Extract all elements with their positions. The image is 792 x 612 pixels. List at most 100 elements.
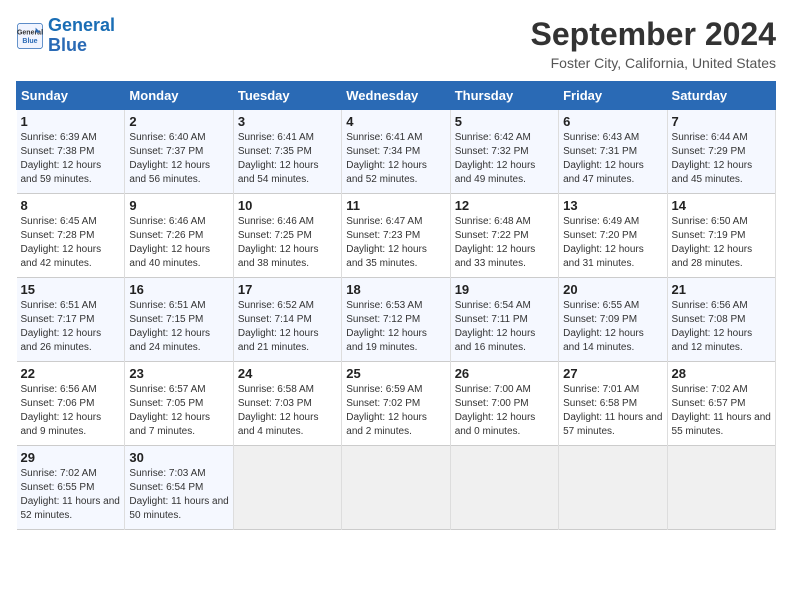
day-detail: Sunrise: 6:42 AM Sunset: 7:32 PM Dayligh… <box>455 131 554 187</box>
day-detail: Sunrise: 7:03 AM Sunset: 6:54 PM Dayligh… <box>129 467 228 523</box>
logo-text: GeneralBlue <box>48 16 115 56</box>
header-row: SundayMondayTuesdayWednesdayThursdayFrid… <box>17 82 776 110</box>
calendar-cell: 14 Sunrise: 6:50 AM Sunset: 7:19 PM Dayli… <box>667 194 775 278</box>
calendar-cell <box>667 446 775 530</box>
week-row-4: 22 Sunrise: 6:56 AM Sunset: 7:06 PM Dayli… <box>17 362 776 446</box>
day-detail: Sunrise: 6:45 AM Sunset: 7:28 PM Dayligh… <box>21 215 121 271</box>
day-number: 26 <box>455 366 554 381</box>
logo: General Blue GeneralBlue <box>16 16 115 56</box>
header: General Blue GeneralBlue September 2024 … <box>16 16 776 71</box>
day-number: 10 <box>238 198 337 213</box>
day-number: 29 <box>21 450 121 465</box>
calendar-cell: 1 Sunrise: 6:39 AM Sunset: 7:38 PM Daylig… <box>17 110 125 194</box>
day-detail: Sunrise: 6:56 AM Sunset: 7:08 PM Dayligh… <box>672 299 771 355</box>
calendar-cell <box>450 446 558 530</box>
day-detail: Sunrise: 7:02 AM Sunset: 6:55 PM Dayligh… <box>21 467 121 523</box>
calendar-cell: 7Sunrise: 6:44 AM Sunset: 7:29 PM Daylig… <box>667 110 775 194</box>
day-detail: Sunrise: 6:48 AM Sunset: 7:22 PM Dayligh… <box>455 215 554 271</box>
day-detail: Sunrise: 6:46 AM Sunset: 7:25 PM Dayligh… <box>238 215 337 271</box>
svg-text:General: General <box>17 29 43 36</box>
day-detail: Sunrise: 6:47 AM Sunset: 7:23 PM Dayligh… <box>346 215 445 271</box>
calendar-cell: 26 Sunrise: 7:00 AM Sunset: 7:00 PM Dayli… <box>450 362 558 446</box>
day-detail: Sunrise: 6:55 AM Sunset: 7:09 PM Dayligh… <box>563 299 662 355</box>
day-number: 14 <box>672 198 771 213</box>
day-detail: Sunrise: 6:52 AM Sunset: 7:14 PM Dayligh… <box>238 299 337 355</box>
day-number: 20 <box>563 282 662 297</box>
day-detail: Sunrise: 6:49 AM Sunset: 7:20 PM Dayligh… <box>563 215 662 271</box>
calendar-cell <box>559 446 667 530</box>
day-number: 2 <box>129 114 228 129</box>
day-number: 1 <box>21 114 121 129</box>
location: Foster City, California, United States <box>531 55 776 71</box>
calendar-cell: 6Sunrise: 6:43 AM Sunset: 7:31 PM Daylig… <box>559 110 667 194</box>
calendar-cell <box>342 446 450 530</box>
day-detail: Sunrise: 7:00 AM Sunset: 7:00 PM Dayligh… <box>455 383 554 439</box>
day-number: 4 <box>346 114 445 129</box>
calendar-cell: 21 Sunrise: 6:56 AM Sunset: 7:08 PM Dayli… <box>667 278 775 362</box>
month-title: September 2024 <box>531 16 776 53</box>
day-number: 3 <box>238 114 337 129</box>
title-area: September 2024 Foster City, California, … <box>531 16 776 71</box>
day-header-friday: Friday <box>559 82 667 110</box>
day-detail: Sunrise: 6:59 AM Sunset: 7:02 PM Dayligh… <box>346 383 445 439</box>
calendar-cell: 22 Sunrise: 6:56 AM Sunset: 7:06 PM Dayli… <box>17 362 125 446</box>
day-number: 15 <box>21 282 121 297</box>
day-detail: Sunrise: 6:57 AM Sunset: 7:05 PM Dayligh… <box>129 383 228 439</box>
calendar-cell: 27Sunrise: 7:01 AM Sunset: 6:58 PM Dayli… <box>559 362 667 446</box>
day-header-thursday: Thursday <box>450 82 558 110</box>
calendar-cell: 18 Sunrise: 6:53 AM Sunset: 7:12 PM Dayli… <box>342 278 450 362</box>
day-header-sunday: Sunday <box>17 82 125 110</box>
day-number: 18 <box>346 282 445 297</box>
svg-text:Blue: Blue <box>22 38 37 45</box>
day-number: 12 <box>455 198 554 213</box>
week-row-2: 8Sunrise: 6:45 AM Sunset: 7:28 PM Daylig… <box>17 194 776 278</box>
week-row-3: 15 Sunrise: 6:51 AM Sunset: 7:17 PM Dayli… <box>17 278 776 362</box>
calendar-cell: 2Sunrise: 6:40 AM Sunset: 7:37 PM Daylig… <box>125 110 233 194</box>
day-header-saturday: Saturday <box>667 82 775 110</box>
day-detail: Sunrise: 7:02 AM Sunset: 6:57 PM Dayligh… <box>672 383 771 439</box>
calendar-cell: 11Sunrise: 6:47 AM Sunset: 7:23 PM Dayli… <box>342 194 450 278</box>
day-number: 28 <box>672 366 771 381</box>
calendar-cell: 24Sunrise: 6:58 AM Sunset: 7:03 PM Dayli… <box>233 362 341 446</box>
day-number: 19 <box>455 282 554 297</box>
calendar-cell: 9Sunrise: 6:46 AM Sunset: 7:26 PM Daylig… <box>125 194 233 278</box>
day-number: 5 <box>455 114 554 129</box>
calendar-cell: 19 Sunrise: 6:54 AM Sunset: 7:11 PM Dayli… <box>450 278 558 362</box>
day-detail: Sunrise: 7:01 AM Sunset: 6:58 PM Dayligh… <box>563 383 662 439</box>
day-number: 23 <box>129 366 228 381</box>
day-number: 30 <box>129 450 228 465</box>
day-number: 22 <box>21 366 121 381</box>
day-detail: Sunrise: 6:51 AM Sunset: 7:15 PM Dayligh… <box>129 299 228 355</box>
calendar-cell: 30 Sunrise: 7:03 AM Sunset: 6:54 PM Dayli… <box>125 446 233 530</box>
day-detail: Sunrise: 6:54 AM Sunset: 7:11 PM Dayligh… <box>455 299 554 355</box>
calendar-cell: 8Sunrise: 6:45 AM Sunset: 7:28 PM Daylig… <box>17 194 125 278</box>
calendar-cell <box>233 446 341 530</box>
day-detail: Sunrise: 6:53 AM Sunset: 7:12 PM Dayligh… <box>346 299 445 355</box>
calendar-cell: 25 Sunrise: 6:59 AM Sunset: 7:02 PM Dayli… <box>342 362 450 446</box>
day-detail: Sunrise: 6:51 AM Sunset: 7:17 PM Dayligh… <box>21 299 121 355</box>
day-detail: Sunrise: 6:50 AM Sunset: 7:19 PM Dayligh… <box>672 215 771 271</box>
day-header-wednesday: Wednesday <box>342 82 450 110</box>
calendar-cell: 23 Sunrise: 6:57 AM Sunset: 7:05 PM Dayli… <box>125 362 233 446</box>
calendar-cell: 5 Sunrise: 6:42 AM Sunset: 7:32 PM Daylig… <box>450 110 558 194</box>
day-detail: Sunrise: 6:39 AM Sunset: 7:38 PM Dayligh… <box>21 131 121 187</box>
day-number: 9 <box>129 198 228 213</box>
calendar-cell: 10 Sunrise: 6:46 AM Sunset: 7:25 PM Dayli… <box>233 194 341 278</box>
calendar-cell: 13Sunrise: 6:49 AM Sunset: 7:20 PM Dayli… <box>559 194 667 278</box>
calendar-cell: 4Sunrise: 6:41 AM Sunset: 7:34 PM Daylig… <box>342 110 450 194</box>
day-number: 24 <box>238 366 337 381</box>
day-number: 16 <box>129 282 228 297</box>
day-number: 7 <box>672 114 771 129</box>
day-number: 21 <box>672 282 771 297</box>
day-number: 6 <box>563 114 662 129</box>
day-detail: Sunrise: 6:41 AM Sunset: 7:35 PM Dayligh… <box>238 131 337 187</box>
calendar-cell: 20 Sunrise: 6:55 AM Sunset: 7:09 PM Dayli… <box>559 278 667 362</box>
calendar-table: SundayMondayTuesdayWednesdayThursdayFrid… <box>16 81 776 530</box>
day-detail: Sunrise: 6:56 AM Sunset: 7:06 PM Dayligh… <box>21 383 121 439</box>
calendar-cell: 15 Sunrise: 6:51 AM Sunset: 7:17 PM Dayli… <box>17 278 125 362</box>
week-row-1: 1 Sunrise: 6:39 AM Sunset: 7:38 PM Daylig… <box>17 110 776 194</box>
day-number: 25 <box>346 366 445 381</box>
calendar-cell: 12 Sunrise: 6:48 AM Sunset: 7:22 PM Dayli… <box>450 194 558 278</box>
calendar-cell: 16 Sunrise: 6:51 AM Sunset: 7:15 PM Dayli… <box>125 278 233 362</box>
calendar-cell: 3 Sunrise: 6:41 AM Sunset: 7:35 PM Daylig… <box>233 110 341 194</box>
